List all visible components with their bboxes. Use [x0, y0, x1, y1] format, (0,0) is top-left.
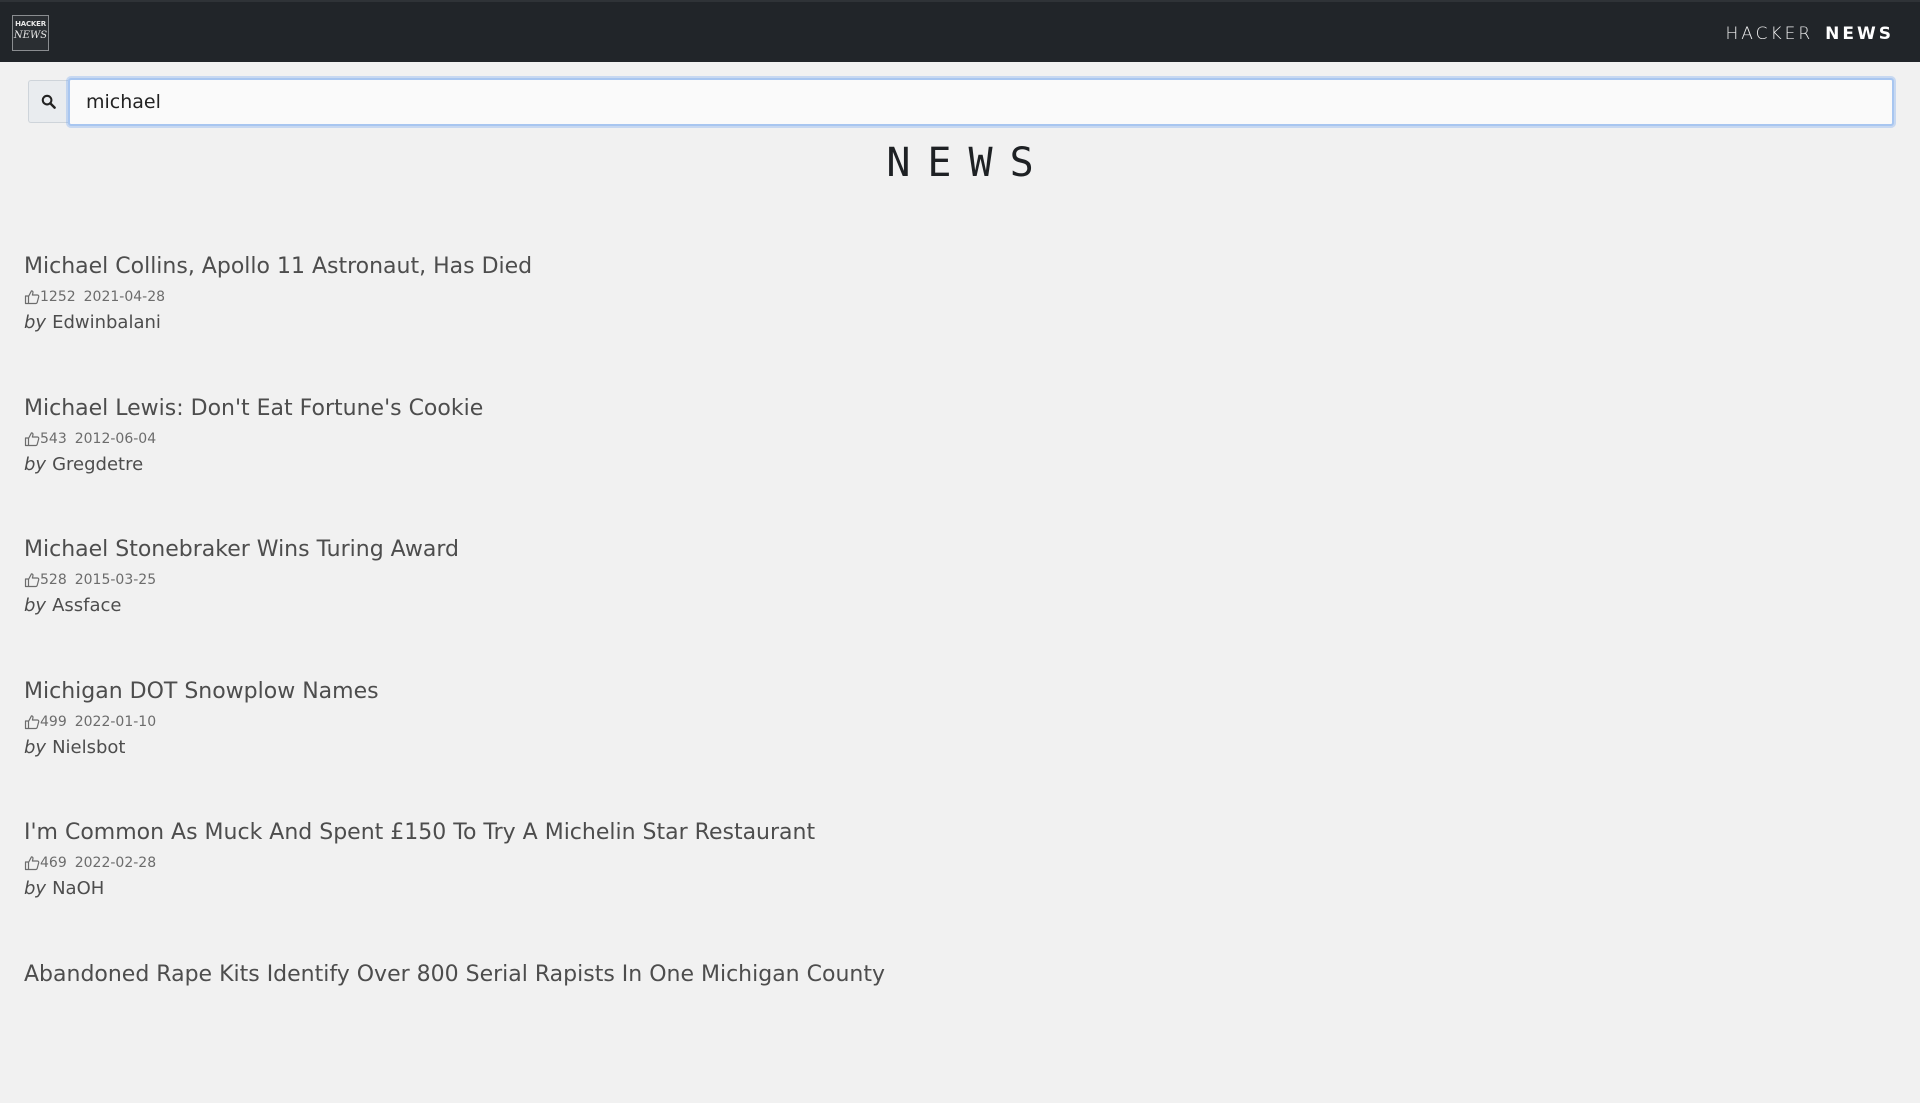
- news-date: 2022-02-28: [75, 855, 156, 871]
- news-meta: 1252 2021-04-28: [24, 288, 1884, 306]
- news-author-line: by Assface: [24, 595, 1884, 616]
- news-item: Abandoned Rape Kits Identify Over 800 Se…: [24, 962, 1884, 1103]
- news-author-line: by NaOH: [24, 878, 1884, 899]
- news-item: Michael Stonebraker Wins Turing Award 52…: [24, 537, 1884, 679]
- by-label: by: [24, 312, 46, 333]
- by-label: by: [24, 737, 46, 758]
- search-input[interactable]: [68, 78, 1894, 126]
- news-author-line: by Nielsbot: [24, 737, 1884, 758]
- news-item: Michigan DOT Snowplow Names 499 2022-01-…: [24, 679, 1884, 821]
- brand-word-hacker: HACKER: [1725, 24, 1813, 44]
- news-author[interactable]: Assface: [52, 595, 121, 616]
- news-date: 2022-01-10: [75, 714, 156, 730]
- news-title-link[interactable]: Michael Lewis: Don't Eat Fortune's Cooki…: [24, 396, 1884, 421]
- news-title-link[interactable]: Michael Stonebraker Wins Turing Award: [24, 537, 1884, 562]
- news-item: Michael Collins, Apollo 11 Astronaut, Ha…: [24, 254, 1884, 396]
- thumbs-up-icon: [24, 289, 40, 305]
- news-date: 2012-06-04: [75, 431, 156, 447]
- news-item: I'm Common As Muck And Spent £150 To Try…: [24, 820, 1884, 962]
- logo-bottom-text: NEWS: [13, 31, 48, 41]
- news-title-link[interactable]: Abandoned Rape Kits Identify Over 800 Se…: [24, 962, 1884, 987]
- news-author-line: by Gregdetre: [24, 454, 1884, 475]
- thumbs-up-icon: [24, 572, 40, 588]
- news-author[interactable]: Gregdetre: [52, 454, 143, 475]
- logo[interactable]: HACKER NEWS: [12, 15, 49, 51]
- news-item: Michael Lewis: Don't Eat Fortune's Cooki…: [24, 396, 1884, 538]
- logo-top-text: HACKER: [13, 21, 48, 28]
- news-author-line: by Edwinbalani: [24, 312, 1884, 333]
- search-button[interactable]: [28, 80, 68, 123]
- page-title: NEWS: [0, 140, 1920, 186]
- by-label: by: [24, 595, 46, 616]
- news-meta: 528 2015-03-25: [24, 571, 1884, 589]
- news-points: 499: [40, 714, 67, 730]
- thumbs-up-icon: [24, 855, 40, 871]
- news-title-link[interactable]: Michigan DOT Snowplow Names: [24, 679, 1884, 704]
- news-author[interactable]: NaOH: [52, 878, 104, 899]
- brand-wordmark[interactable]: HACKER NEWS: [1725, 24, 1894, 46]
- by-label: by: [24, 878, 46, 899]
- news-meta: 543 2012-06-04: [24, 430, 1884, 448]
- search-icon: [41, 94, 56, 109]
- news-title-link[interactable]: I'm Common As Muck And Spent £150 To Try…: [24, 820, 1884, 845]
- top-navbar: HACKER NEWS HACKER NEWS: [0, 0, 1920, 62]
- by-label: by: [24, 454, 46, 475]
- news-author[interactable]: Nielsbot: [52, 737, 125, 758]
- news-title-link[interactable]: Michael Collins, Apollo 11 Astronaut, Ha…: [24, 254, 1884, 279]
- news-meta: 499 2022-01-10: [24, 713, 1884, 731]
- thumbs-up-icon: [24, 714, 40, 730]
- search-bar: [28, 78, 1894, 126]
- news-meta: 469 2022-02-28: [24, 854, 1884, 872]
- news-points: 1252: [40, 289, 76, 305]
- news-date: 2015-03-25: [75, 572, 156, 588]
- news-date: 2021-04-28: [84, 289, 165, 305]
- news-author[interactable]: Edwinbalani: [52, 312, 161, 333]
- news-list: Michael Collins, Apollo 11 Astronaut, Ha…: [24, 254, 1884, 1103]
- thumbs-up-icon: [24, 431, 40, 447]
- topbar-edge: [0, 0, 1920, 2]
- news-points: 469: [40, 855, 67, 871]
- news-points: 528: [40, 572, 67, 588]
- brand-word-news: NEWS: [1825, 24, 1894, 44]
- news-points: 543: [40, 431, 67, 447]
